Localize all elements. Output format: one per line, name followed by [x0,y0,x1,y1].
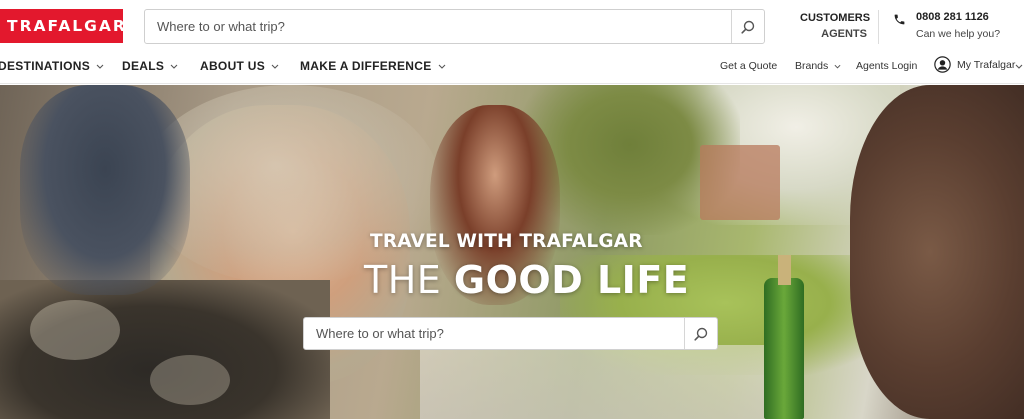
divider [878,10,879,44]
help-link[interactable]: Can we help you? [916,28,1000,40]
search-icon [694,327,708,341]
nav-item-label: MAKE A DIFFERENCE [300,59,432,73]
hero-search-bar [303,317,718,350]
agents-login-label: Agents Login [856,60,918,72]
header-search-bar [144,9,765,44]
nav-item-about-us[interactable]: ABOUT US [200,59,279,73]
chevron-down-icon [834,64,841,68]
hero-eyebrow: TRAVEL WITH TRAFALGAR [370,231,643,252]
phone-number[interactable]: 0808 281 1126 [916,11,989,23]
nav-item-label: DESTINATIONS [0,59,91,73]
header-search-input[interactable] [145,10,731,43]
nav-item-make-a-difference[interactable]: MAKE A DIFFERENCE [300,59,446,73]
chevron-down-icon [438,64,445,69]
user-icon [934,56,951,73]
audience-switch: CUSTOMERS AGENTS [800,10,870,42]
hero-photo-backdrop [0,85,1024,419]
hero-search-button[interactable] [684,318,717,349]
chevron-down-icon [271,64,279,69]
nav-item-label: DEALS [122,59,165,73]
agents-link[interactable]: AGENTS [800,26,867,42]
get-a-quote-link[interactable]: Get a Quote [720,60,777,72]
hero-headline-light: THE [364,258,442,302]
chevron-down-icon [170,64,178,69]
my-trafalgar-label: My Trafalgar [957,58,1016,71]
trafalgar-logo[interactable]: TRAFALGAR [0,9,125,43]
nav-item-label: ABOUT US [200,59,266,73]
hero-search-input[interactable] [304,318,684,349]
brands-label: Brands [795,60,829,72]
main-navigation: DESTINATIONS DEALS ABOUT US MAKE A DIFFE… [0,50,1024,84]
phone-icon [894,14,905,25]
hero-headline: THE GOOD LIFE [364,258,689,302]
nav-item-deals[interactable]: DEALS [122,59,178,73]
agents-login-link[interactable]: Agents Login [856,60,917,72]
chevron-down-icon[interactable] [1015,64,1023,69]
hero-banner: TRAVEL WITH TRAFALGAR THE GOOD LIFE [0,85,1024,419]
nav-item-destinations[interactable]: DESTINATIONS [0,59,104,73]
chevron-down-icon [96,64,104,69]
top-header: TRAFALGAR CUSTOMERS AGENTS 0808 281 1126… [0,0,1024,50]
logo-text: TRAFALGAR [7,17,127,35]
my-trafalgar-menu[interactable]: My Trafalgar [934,56,1015,73]
customers-link[interactable]: CUSTOMERS [800,10,870,26]
search-icon [741,20,755,34]
get-a-quote-label: Get a Quote [720,60,778,72]
hero-headline-bold: GOOD LIFE [453,258,690,302]
header-search-button[interactable] [731,10,764,43]
brands-menu[interactable]: Brands [795,60,841,72]
